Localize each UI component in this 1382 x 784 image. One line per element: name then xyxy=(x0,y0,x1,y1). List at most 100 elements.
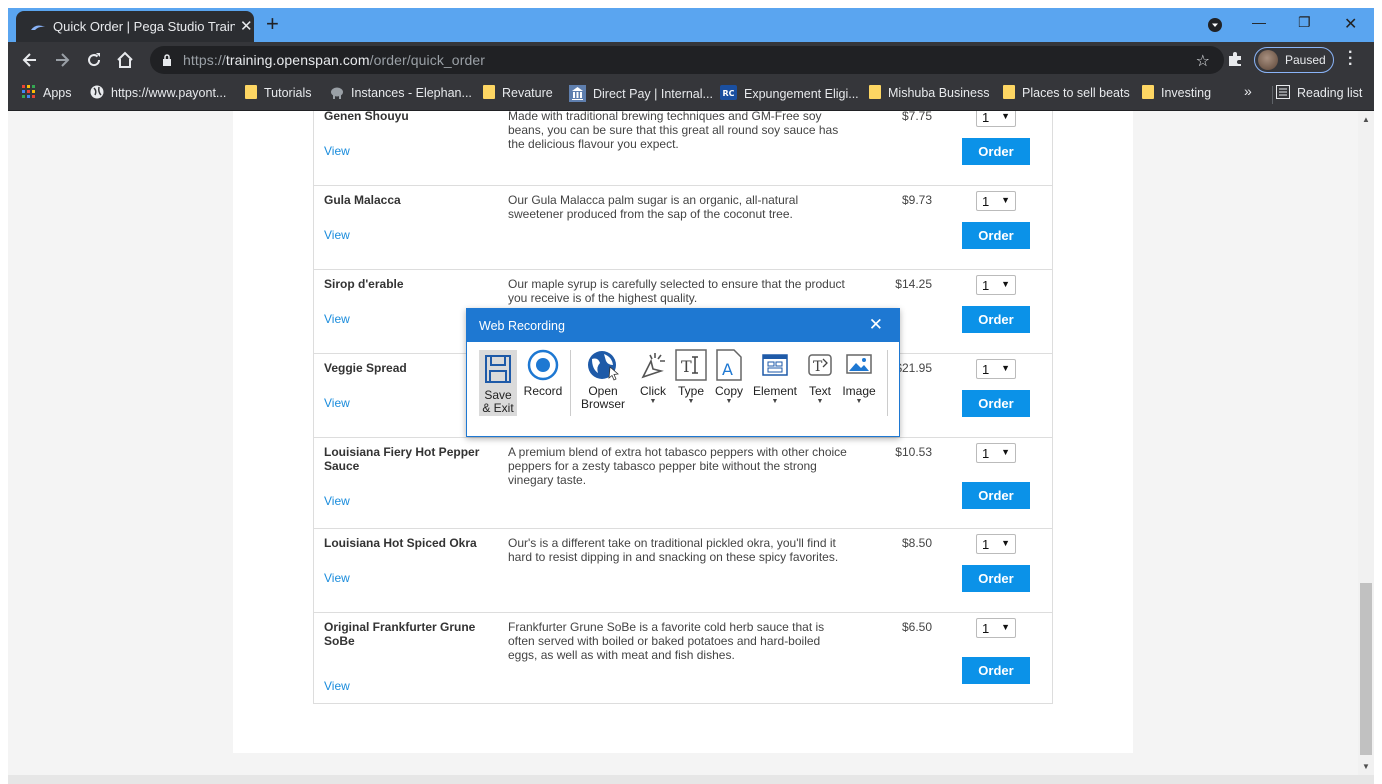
lock-icon[interactable] xyxy=(162,54,172,66)
quantity-select[interactable]: 1 ▼ xyxy=(976,275,1016,295)
folder-icon xyxy=(245,85,257,99)
forward-icon[interactable] xyxy=(52,50,72,70)
open-browser-button[interactable]: Open Browser xyxy=(577,349,629,411)
view-link[interactable]: View xyxy=(324,679,350,693)
quantity-value: 1 xyxy=(982,621,990,636)
scrollbar-thumb[interactable] xyxy=(1360,583,1372,755)
bookmark-instances[interactable]: Instances - Elephan... xyxy=(330,85,472,103)
quantity-select[interactable]: 1 ▼ xyxy=(976,111,1016,127)
bookmark-mishuba[interactable]: Mishuba Business xyxy=(869,85,989,103)
order-button[interactable]: Order xyxy=(962,222,1030,249)
chevron-down-icon: ▼ xyxy=(816,398,824,405)
reading-list-icon xyxy=(1276,85,1290,99)
click-cursor-icon xyxy=(641,353,665,379)
bookmark-label: Direct Pay | Internal... xyxy=(593,87,713,101)
globe-cursor-icon xyxy=(588,351,619,381)
bookmark-star-icon[interactable]: ☆ xyxy=(1196,51,1210,71)
product-price: $10.53 xyxy=(895,445,932,459)
view-link[interactable]: View xyxy=(324,571,350,585)
bookmark-label: Revature xyxy=(502,86,553,100)
bookmark-places-to-sell-beats[interactable]: Places to sell beats xyxy=(1003,85,1130,103)
dialog-header: Web Recording ✕ xyxy=(467,309,899,342)
order-button[interactable]: Order xyxy=(962,390,1030,417)
folder-icon xyxy=(1142,85,1154,99)
order-button[interactable]: Order xyxy=(962,482,1030,509)
chevron-down-icon: ▼ xyxy=(725,398,733,405)
record-label: Record xyxy=(523,384,563,398)
home-icon[interactable] xyxy=(115,50,135,70)
bookmarks-divider xyxy=(1272,86,1273,104)
elephant-icon xyxy=(331,87,343,99)
type-tool-button[interactable]: T Type ▼ xyxy=(674,349,708,406)
browser-tab[interactable]: Quick Order | Pega Studio Trainin ✕ xyxy=(16,11,254,42)
bookmark-label: Mishuba Business xyxy=(888,86,990,100)
more-bookmarks-button[interactable]: » xyxy=(1244,83,1252,101)
copy-tool-button[interactable]: A Copy ▼ xyxy=(712,349,746,406)
url-text: https://training.openspan.com/order/quic… xyxy=(183,52,485,68)
bookmark-expungement[interactable]: RC Expungement Eligi... xyxy=(720,85,859,103)
dialog-close-icon[interactable]: ✕ xyxy=(869,315,883,335)
copy-label: Copy xyxy=(714,384,743,398)
tab-strip: Quick Order | Pega Studio Trainin ✕ + — … xyxy=(8,8,1374,42)
order-button[interactable]: Order xyxy=(962,138,1030,165)
minimize-icon[interactable]: — xyxy=(1252,14,1266,30)
element-window-icon xyxy=(762,354,788,376)
web-recording-dialog: Web Recording ✕ Save & Exit Record Open … xyxy=(466,308,900,437)
profile-dropdown-icon[interactable] xyxy=(1207,17,1223,33)
vertical-scrollbar[interactable]: ▲ ▼ xyxy=(1358,111,1374,775)
order-button[interactable]: Order xyxy=(962,306,1030,333)
floppy-disk-icon xyxy=(485,355,511,383)
image-tool-button[interactable]: Image ▼ xyxy=(839,349,879,406)
bookmark-payont[interactable]: https://www.payont... xyxy=(90,85,226,103)
click-tool-button[interactable]: Click ▼ xyxy=(635,349,671,406)
quantity-select[interactable]: 1 ▼ xyxy=(976,618,1016,638)
text-tool-button[interactable]: T Text ▼ xyxy=(804,349,836,406)
view-link[interactable]: View xyxy=(324,396,350,410)
page-viewport: Genen Shouyu Made with traditional brewi… xyxy=(8,111,1358,775)
chevron-down-icon: ▼ xyxy=(1001,111,1010,121)
order-button[interactable]: Order xyxy=(962,565,1030,592)
bookmark-label: Places to sell beats xyxy=(1022,86,1130,100)
reading-list-button[interactable]: Reading list xyxy=(1276,85,1362,103)
tab-close-icon[interactable]: ✕ xyxy=(240,17,253,35)
reading-list-label: Reading list xyxy=(1297,86,1363,100)
bottom-edge xyxy=(8,775,1374,784)
save-exit-button[interactable]: Save & Exit xyxy=(479,350,517,416)
scroll-up-icon[interactable]: ▲ xyxy=(1362,115,1370,124)
reload-icon[interactable] xyxy=(84,50,104,70)
new-tab-button[interactable]: + xyxy=(266,12,279,36)
view-link[interactable]: View xyxy=(324,144,350,158)
quantity-select[interactable]: 1 ▼ xyxy=(976,191,1016,211)
bookmark-label: https://www.payont... xyxy=(111,86,227,100)
bookmark-apps[interactable]: Apps xyxy=(22,85,72,103)
product-name: Original Frankfurter Grune SoBe xyxy=(324,620,476,648)
order-button[interactable]: Order xyxy=(962,657,1030,684)
restore-icon[interactable]: ❐ xyxy=(1298,14,1311,31)
window-close-icon[interactable]: ✕ xyxy=(1344,14,1357,34)
quantity-select[interactable]: 1 ▼ xyxy=(976,534,1016,554)
view-link[interactable]: View xyxy=(324,228,350,242)
quantity-select[interactable]: 1 ▼ xyxy=(976,443,1016,463)
product-price: $14.25 xyxy=(895,277,932,291)
bookmark-direct-pay[interactable]: Direct Pay | Internal... xyxy=(569,85,713,103)
chevron-down-icon: ▼ xyxy=(1001,363,1010,373)
browser-menu-icon[interactable]: · · · xyxy=(1348,45,1353,73)
folder-icon xyxy=(869,85,881,99)
back-icon[interactable] xyxy=(20,50,40,70)
extensions-puzzle-icon[interactable] xyxy=(1226,50,1244,68)
bookmark-investing[interactable]: Investing xyxy=(1142,85,1211,103)
bookmark-revature[interactable]: Revature xyxy=(483,85,553,103)
bookmark-tutorials[interactable]: Tutorials xyxy=(245,85,311,103)
view-link[interactable]: View xyxy=(324,312,350,326)
chevron-down-icon: ▼ xyxy=(687,398,695,405)
view-link[interactable]: View xyxy=(324,494,350,508)
product-price: $6.50 xyxy=(901,620,932,634)
address-bar[interactable]: https://training.openspan.com/order/quic… xyxy=(150,46,1224,74)
element-tool-button[interactable]: Element ▼ xyxy=(751,349,799,406)
scroll-down-icon[interactable]: ▼ xyxy=(1362,762,1370,771)
profile-button[interactable]: Paused xyxy=(1254,47,1334,73)
svg-text:A: A xyxy=(722,360,733,379)
quantity-value: 1 xyxy=(982,362,990,377)
quantity-select[interactable]: 1 ▼ xyxy=(976,359,1016,379)
record-button[interactable]: Record xyxy=(522,349,564,398)
